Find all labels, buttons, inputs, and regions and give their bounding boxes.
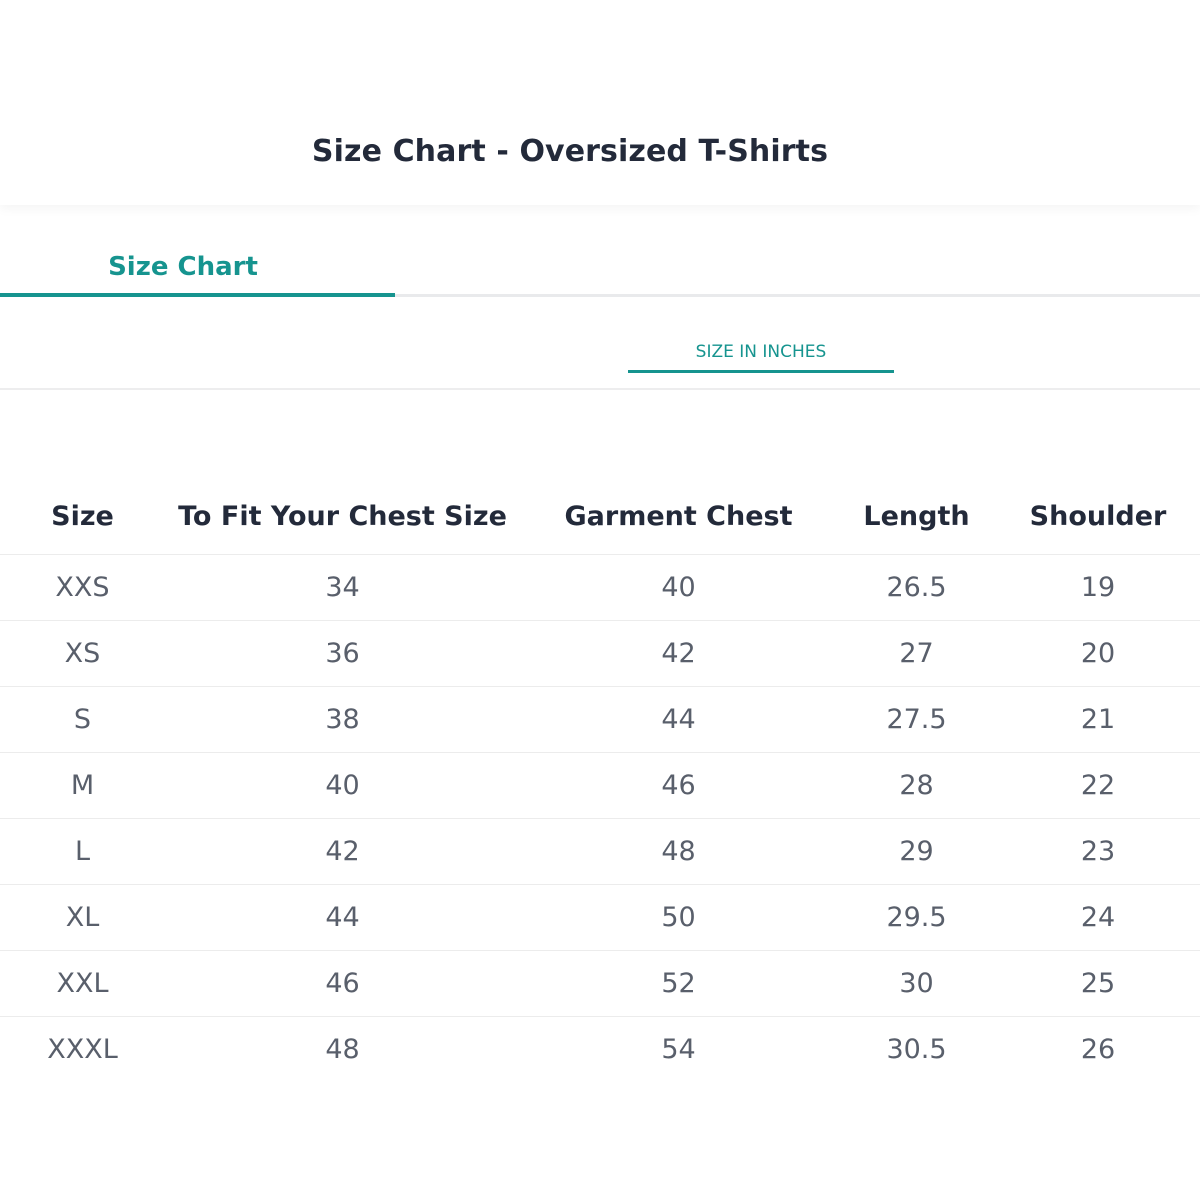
cell-fit-chest: 34 — [165, 554, 520, 621]
column-header-fit-chest: To Fit Your Chest Size — [165, 478, 520, 555]
cell-fit-chest: 38 — [165, 686, 520, 753]
cell-length: 30.5 — [886, 1034, 947, 1065]
tab-size-chart[interactable]: Size Chart — [0, 240, 395, 297]
cell-length: 28 — [837, 752, 996, 819]
table-row: XXS 34 40 26.5 19 — [0, 554, 1200, 621]
table-row: XXXL 48 54 30.5 26 — [0, 1017, 1200, 1083]
size-chart-page: Size Chart - Oversized T-Shirts Size Cha… — [0, 0, 1200, 1200]
cell-shoulder: 19 — [996, 554, 1200, 621]
column-header-size: Size — [0, 478, 165, 555]
cell-shoulder: 20 — [996, 620, 1200, 687]
cell-size: S — [0, 686, 165, 753]
table-row: XL 44 50 29.5 24 — [0, 884, 1200, 951]
cell-shoulder: 26 — [1080, 1034, 1116, 1065]
cell-size: XS — [0, 620, 165, 687]
table-row: XXL 46 52 30 25 — [0, 950, 1200, 1017]
cell-garment-chest: 44 — [520, 686, 837, 753]
column-header-length: Length — [837, 478, 996, 555]
cell-shoulder: 21 — [996, 686, 1200, 753]
column-header-shoulder: Shoulder — [996, 478, 1200, 555]
table-row: XS 36 42 27 20 — [0, 620, 1200, 687]
cell-size: XXS — [0, 554, 165, 621]
cell-size: XXL — [0, 950, 165, 1017]
cell-fit-chest: 46 — [165, 950, 520, 1017]
cell-fit-chest: 42 — [165, 818, 520, 885]
cell-size: XXXL — [47, 1034, 118, 1065]
cell-garment-chest: 40 — [520, 554, 837, 621]
table-row: S 38 44 27.5 21 — [0, 686, 1200, 753]
cell-garment-chest: 46 — [520, 752, 837, 819]
cell-garment-chest: 48 — [520, 818, 837, 885]
cell-garment-chest: 42 — [520, 620, 837, 687]
column-header-garment-chest: Garment Chest — [520, 478, 837, 555]
unit-toggle-indicator — [628, 370, 894, 373]
cell-garment-chest: 54 — [661, 1034, 696, 1065]
active-tab-indicator — [0, 293, 395, 297]
cell-fit-chest: 48 — [325, 1034, 360, 1065]
unit-toggle-inches[interactable]: SIZE IN INCHES — [628, 330, 894, 373]
cell-shoulder: 24 — [996, 884, 1200, 951]
unit-toggle-label: SIZE IN INCHES — [695, 342, 827, 362]
table-header-row: Size To Fit Your Chest Size Garment Ches… — [0, 478, 1200, 555]
cell-length: 29 — [837, 818, 996, 885]
cell-garment-chest: 52 — [520, 950, 837, 1017]
section-divider — [0, 388, 1200, 390]
cell-shoulder: 23 — [996, 818, 1200, 885]
page-title: Size Chart - Oversized T-Shirts — [311, 134, 829, 169]
cell-length: 27 — [837, 620, 996, 687]
cell-length: 29.5 — [837, 884, 996, 951]
cell-length: 30 — [837, 950, 996, 1017]
cell-length: 26.5 — [837, 554, 996, 621]
cell-fit-chest: 36 — [165, 620, 520, 687]
cell-fit-chest: 44 — [165, 884, 520, 951]
cell-shoulder: 25 — [996, 950, 1200, 1017]
cell-size: M — [0, 752, 165, 819]
size-table: Size To Fit Your Chest Size Garment Ches… — [0, 478, 1200, 1082]
tab-size-chart-label: Size Chart — [108, 252, 258, 282]
cell-size: XL — [0, 884, 165, 951]
cell-length: 27.5 — [837, 686, 996, 753]
table-row: L 42 48 29 23 — [0, 818, 1200, 885]
modal-header: Size Chart - Oversized T-Shirts — [0, 0, 1200, 205]
cell-shoulder: 22 — [996, 752, 1200, 819]
table-row: M 40 46 28 22 — [0, 752, 1200, 819]
cell-size: L — [0, 818, 165, 885]
cell-fit-chest: 40 — [165, 752, 520, 819]
cell-garment-chest: 50 — [520, 884, 837, 951]
